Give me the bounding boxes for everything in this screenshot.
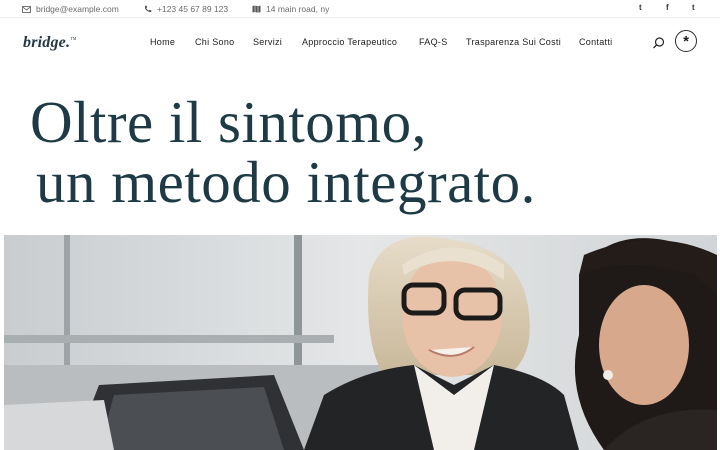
email-info[interactable]: bridge@example.com: [22, 4, 119, 14]
address-text: 14 main road, ny: [266, 4, 330, 14]
envelope-icon: [22, 5, 31, 13]
main-nav: Home Chi Sono Servizi Approccio Terapeut…: [0, 37, 720, 49]
facebook-icon[interactable]: f: [666, 3, 669, 12]
nav-item-trasparenza-costi[interactable]: Trasparenza Sui Costi: [466, 37, 561, 47]
phone-text: +123 45 67 89 123: [157, 4, 229, 14]
address-info[interactable]: 14 main road, ny: [252, 4, 329, 14]
nav-item-home[interactable]: Home: [150, 37, 175, 47]
side-menu-button[interactable]: *: [675, 30, 697, 52]
headline-line-2: un metodo integrato.: [36, 149, 536, 215]
nav-item-faq[interactable]: FAQ-S: [419, 37, 448, 47]
email-text: bridge@example.com: [36, 4, 119, 14]
nav-item-contatti[interactable]: Contatti: [579, 37, 612, 47]
hero-headline: Oltre il sintomo, un metodo integrato.: [30, 92, 536, 212]
asterisk-icon: *: [683, 32, 689, 50]
phone-icon: [144, 5, 152, 13]
hero-photo-illustration: [4, 235, 717, 450]
tumblr-icon[interactable]: t: [692, 3, 695, 12]
nav-item-chi-sono[interactable]: Chi Sono: [195, 37, 234, 47]
nav-item-servizi[interactable]: Servizi: [253, 37, 282, 47]
map-icon: [252, 5, 261, 13]
search-icon[interactable]: [652, 36, 666, 50]
top-info-bar: bridge@example.com +123 45 67 89 123 14 …: [0, 0, 720, 18]
nav-item-approccio-terapeutico[interactable]: Approccio Terapeutico: [302, 37, 397, 47]
headline-line-1: Oltre il sintomo,: [30, 89, 427, 155]
twitter-icon[interactable]: t: [639, 3, 642, 12]
hero-image: [4, 235, 717, 450]
phone-info[interactable]: +123 45 67 89 123: [144, 4, 228, 14]
